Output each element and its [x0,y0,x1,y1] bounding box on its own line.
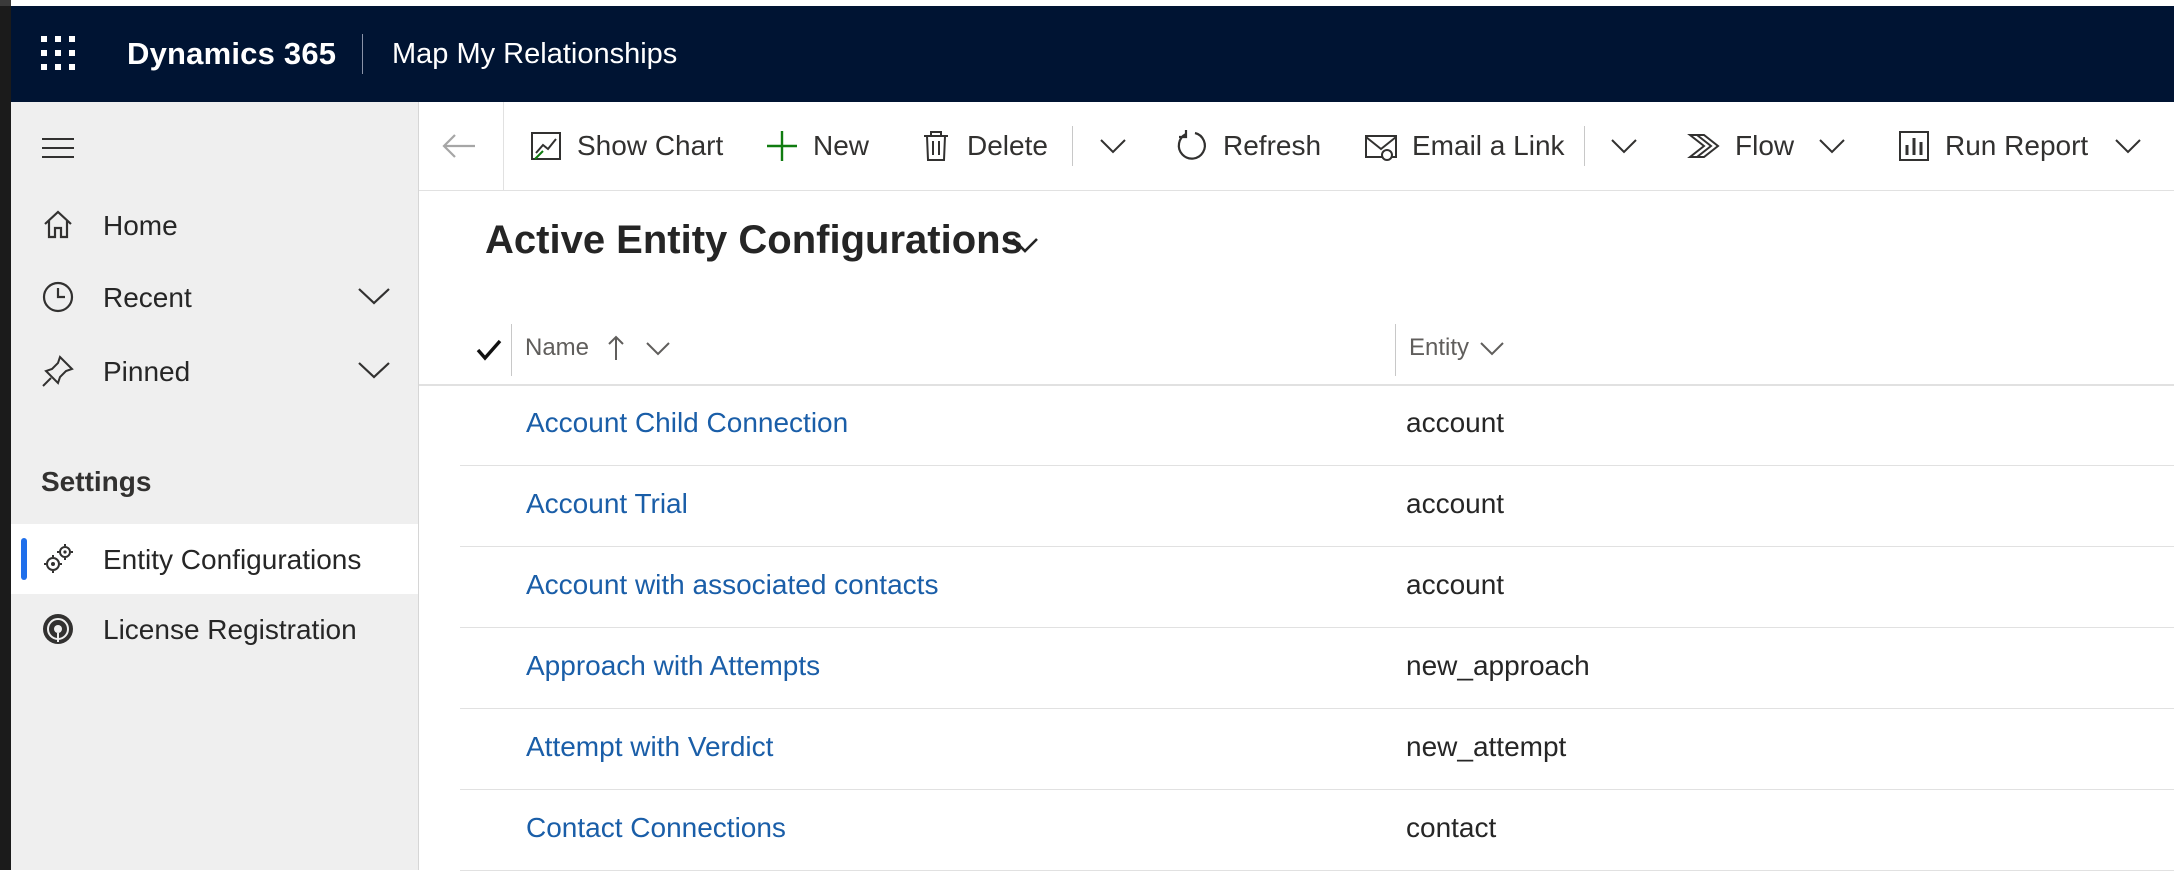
column-divider [511,324,512,376]
table-row[interactable]: Contact Connections contact [460,790,2174,871]
flow-icon [1687,134,1720,158]
sort-ascending-icon [608,335,624,360]
sidebar-item-label: Entity Configurations [103,544,362,575]
sidebar: Home Recent Pinned Settings Entity Confi… [11,102,419,870]
record-entity: account [1406,407,1505,438]
record-name-link[interactable]: Attempt with Verdict [526,731,773,763]
view-selector-chevron-icon[interactable] [1010,234,1040,256]
email-link-button[interactable]: Email a Link [1364,102,1565,190]
report-icon [1899,131,1929,161]
app-launcher-waffle-icon[interactable] [41,36,77,72]
app-name[interactable]: Map My Relationships [392,38,677,71]
delete-button[interactable]: Delete [919,102,1048,190]
back-divider [503,102,504,190]
brand-divider [362,34,363,74]
chevron-down-icon [1819,139,1845,154]
select-all-checkmark-icon[interactable] [475,336,503,364]
selection-indicator [21,538,27,580]
flow-label: Flow [1735,130,1795,161]
refresh-icon [1177,130,1206,160]
settings-section-title: Settings [41,466,152,497]
run-report-label: Run Report [1945,130,2089,161]
record-entity: new_attempt [1406,731,1567,762]
command-divider [1584,126,1585,166]
chevron-down-icon [646,342,670,356]
license-icon [43,614,73,644]
pin-icon [42,355,74,387]
more-email-options-button[interactable] [1610,102,1638,190]
trash-icon [924,131,948,161]
sidebar-item-label: Home [103,210,178,241]
grid-header: Name Entity [419,318,2174,386]
sidebar-item-entity-configurations[interactable]: Entity Configurations [11,524,418,594]
column-divider [1395,324,1396,376]
record-name-link[interactable]: Account Trial [526,488,688,520]
refresh-button[interactable]: Refresh [1175,102,1321,190]
sitemap-menu-button[interactable] [41,136,75,160]
sidebar-item-license-registration[interactable]: License Registration [11,594,418,664]
chevron-down-icon [1611,139,1637,154]
chevron-down-icon[interactable] [357,358,391,382]
home-icon [44,210,72,239]
back-arrow-icon [442,134,475,158]
table-row[interactable]: Approach with Attempts new_approach [460,628,2174,709]
chevron-down-icon [1100,139,1126,154]
show-chart-label: Show Chart [577,130,724,161]
column-header-name[interactable]: Name [525,318,670,382]
clock-icon [42,281,74,313]
window-frame-left [0,0,11,870]
run-report-button[interactable]: Run Report [1897,102,2142,190]
sidebar-item-pinned[interactable]: Pinned [11,336,418,406]
table-row[interactable]: Attempt with Verdict new_attempt [460,709,2174,790]
sidebar-item-label: License Registration [103,614,357,645]
refresh-label: Refresh [1223,130,1322,161]
flow-button[interactable]: Flow [1687,102,1846,190]
sidebar-item-label: Pinned [103,356,191,387]
table-row[interactable]: Account Trial account [460,466,2174,547]
chevron-down-icon [2115,139,2141,154]
column-header-entity[interactable]: Entity [1409,318,1529,382]
chevron-down-icon [1480,342,1504,356]
delete-label: Delete [967,130,1048,161]
new-button[interactable]: New [765,102,869,190]
brand-title[interactable]: Dynamics 365 [127,36,336,72]
plus-icon [767,131,797,161]
record-entity: new_approach [1406,650,1590,681]
email-link-icon [1365,135,1397,161]
sidebar-item-label: Recent [103,282,192,313]
gears-icon [44,544,73,573]
back-button[interactable] [441,102,477,190]
chevron-down-icon[interactable] [357,284,391,308]
email-link-label: Email a Link [1412,130,1565,161]
record-entity: account [1406,569,1505,600]
column-header-label: Name [525,334,590,361]
top-navigation-bar: Dynamics 365 Map My Relationships [11,6,2174,102]
table-row[interactable]: Account Child Connection account [460,385,2174,466]
record-entity: account [1406,488,1505,519]
view-title[interactable]: Active Entity Configurations [485,218,1023,263]
record-name-link[interactable]: Contact Connections [526,812,786,844]
chart-icon [531,132,561,160]
column-header-label: Entity [1409,334,1470,361]
record-name-link[interactable]: Account Child Connection [526,407,848,439]
command-divider [1072,126,1073,166]
more-delete-options-button[interactable] [1099,102,1127,190]
hamburger-menu-icon [42,138,74,158]
record-entity: contact [1406,812,1497,843]
new-label: New [813,130,870,161]
show-chart-button[interactable]: Show Chart [529,102,723,190]
table-row[interactable]: Account with associated contacts account [460,547,2174,628]
sidebar-item-recent[interactable]: Recent [11,262,418,332]
command-bar: Show Chart New Delete Refresh Email a Li… [419,102,2174,191]
record-name-link[interactable]: Account with associated contacts [526,569,938,601]
record-name-link[interactable]: Approach with Attempts [526,650,820,682]
sidebar-item-home[interactable]: Home [11,190,418,260]
